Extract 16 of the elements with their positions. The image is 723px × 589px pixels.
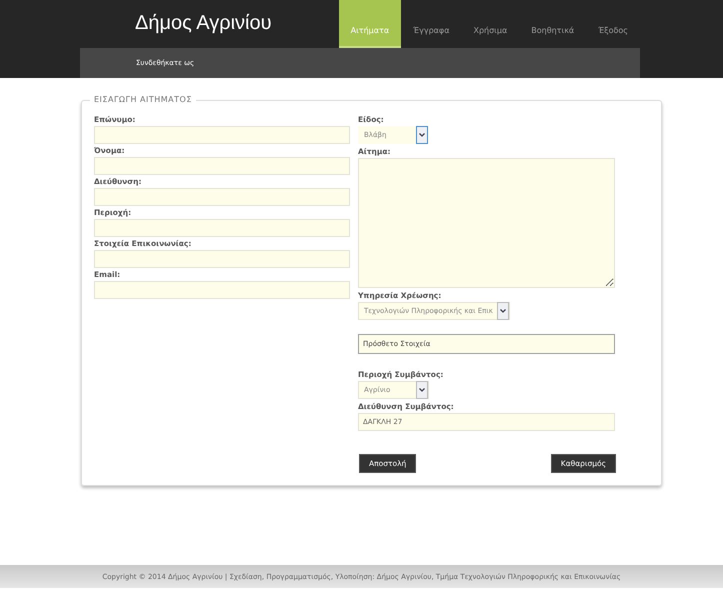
chevron-down-icon: [496, 302, 509, 320]
chevron-down-icon: [416, 126, 428, 144]
nav-tab[interactable]: Βοηθητικά: [519, 0, 586, 48]
nav-tab[interactable]: Χρήσιμα: [461, 0, 520, 48]
text-field[interactable]: [94, 219, 350, 237]
nav-tab[interactable]: Έγγραφα: [401, 0, 462, 48]
text-field[interactable]: [94, 188, 350, 206]
text-field[interactable]: [94, 126, 350, 144]
text-field[interactable]: [94, 250, 350, 268]
text-field[interactable]: [94, 157, 350, 175]
text-area[interactable]: [358, 158, 615, 288]
nav-tab[interactable]: Έξοδος: [586, 0, 640, 48]
site-title: Δήμος Αγρινίου: [134, 11, 273, 36]
text-field[interactable]: [94, 281, 350, 299]
chevron-down-icon: [416, 381, 428, 399]
form-legend: ΕΙΣΑΓΩΓΗ ΑΙΤΗΜΑΤΟΣ: [90, 95, 196, 104]
